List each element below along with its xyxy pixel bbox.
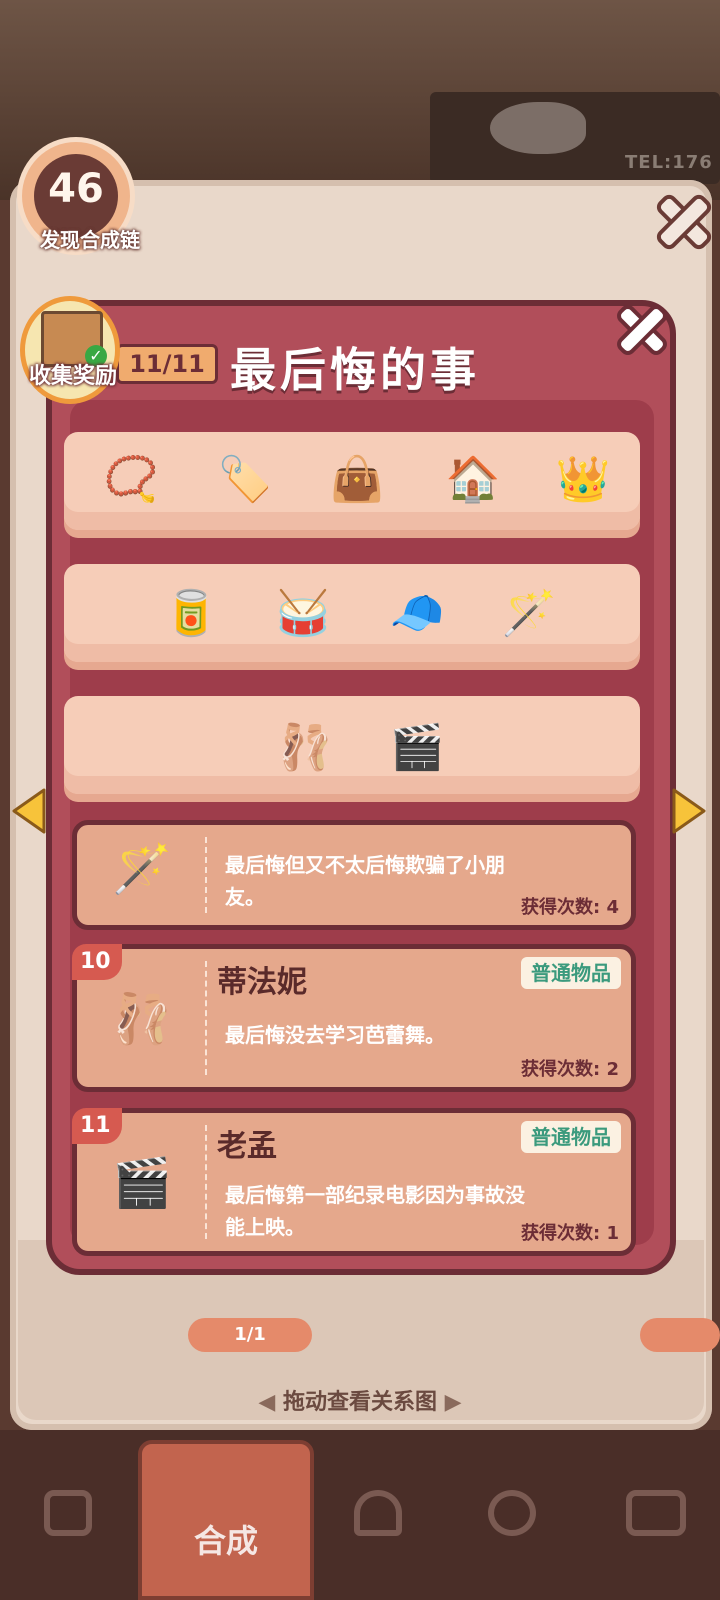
item-card-index: 11 <box>72 1108 122 1144</box>
item-card-type: 普通物品 <box>521 957 621 989</box>
item-card-obtained: 获得次数: 1 <box>521 1223 619 1244</box>
nav-staff[interactable] <box>452 1450 572 1580</box>
page-indicator-next <box>640 1318 720 1352</box>
next-collection-button[interactable] <box>672 788 706 834</box>
collection-title: 最后悔的事 <box>230 343 480 397</box>
arrow-right-icon <box>672 788 706 834</box>
clapperboard-icon[interactable]: 🎬 <box>382 716 452 778</box>
tag-charm-icon[interactable]: 🏷️ <box>210 448 280 510</box>
crown-icon[interactable]: 👑 <box>548 448 618 510</box>
nav-bus[interactable] <box>596 1450 716 1580</box>
item-card-desc: 最后悔第一部纪录电影因为事故没能上映。 <box>225 1183 525 1239</box>
page-indicator: 1/1 <box>188 1318 312 1352</box>
shelf-row-3 <box>64 696 640 794</box>
cap-icon[interactable]: 🧢 <box>382 582 452 644</box>
arrow-left-icon: ◀ <box>258 1390 283 1415</box>
item-card-desc: 最后悔但又不太后悔欺骗了小朋友。 <box>225 853 505 909</box>
prev-collection-button[interactable] <box>12 788 46 834</box>
item-card-desc: 最后悔没去学习芭蕾舞。 <box>225 1023 445 1047</box>
magic-wand-icon[interactable]: 🪄 <box>494 582 564 644</box>
item-card-name: 老孟 <box>217 1129 277 1164</box>
prayer-beads-icon[interactable]: 📿 <box>96 448 166 510</box>
chain-count: 46 <box>48 166 104 212</box>
collect-reward-text: 收集奖励 <box>28 364 117 389</box>
fish-sign-icon <box>490 102 586 154</box>
drum-icon[interactable]: 🥁 <box>268 582 338 644</box>
collection-progress: 11/11 <box>116 344 218 384</box>
item-card[interactable]: 10 🩰 蒂法妮 普通物品 最后悔没去学习芭蕾舞。 获得次数: 2 <box>72 944 636 1092</box>
blue-bag-icon[interactable]: 👜 <box>322 448 392 510</box>
house-icon[interactable]: 🏠 <box>438 448 508 510</box>
ballet-shoes-icon[interactable]: 🩰 <box>270 716 340 778</box>
item-card-name: 蒂法妮 <box>217 965 307 1000</box>
person-icon <box>488 1490 536 1536</box>
clapperboard-icon: 🎬 <box>112 1154 172 1211</box>
item-card-obtained: 获得次数: 2 <box>521 1059 619 1080</box>
close-panel-button[interactable] <box>646 184 715 253</box>
nav-service[interactable] <box>318 1450 438 1580</box>
shop-phone-text: TEL:176 <box>625 152 713 173</box>
tin-can-icon[interactable]: 🥫 <box>156 582 226 644</box>
close-modal-button[interactable] <box>608 296 671 359</box>
nav-merge[interactable]: 合成 <box>138 1440 314 1600</box>
magic-wand-icon: 🪄 <box>112 840 172 897</box>
bus-icon <box>626 1490 686 1536</box>
ballet-shoes-icon: 🩰 <box>112 990 172 1047</box>
item-card[interactable]: 11 🎬 老孟 普通物品 最后悔第一部纪录电影因为事故没能上映。 获得次数: 1 <box>72 1108 636 1256</box>
drag-hint-text: 拖动查看关系图 <box>282 1390 437 1415</box>
drag-hint: ◀ 拖动查看关系图 ▶ <box>150 1384 570 1416</box>
arrow-right-icon: ▶ <box>437 1390 462 1415</box>
item-card-type: 普通物品 <box>521 1121 621 1153</box>
nav-merge-label: 合成 <box>193 1522 258 1560</box>
service-bell-icon <box>354 1490 402 1536</box>
item-card-obtained: 获得次数: 4 <box>521 897 619 918</box>
item-card[interactable]: 🪄 最后悔但又不太后悔欺骗了小朋友。 获得次数: 4 <box>72 820 636 930</box>
item-card-index: 10 <box>72 944 122 980</box>
nav-bag[interactable] <box>8 1450 128 1580</box>
chain-count-label: 发现合成链 <box>40 228 140 252</box>
bag-icon <box>44 1490 92 1536</box>
arrow-left-icon <box>12 788 46 834</box>
